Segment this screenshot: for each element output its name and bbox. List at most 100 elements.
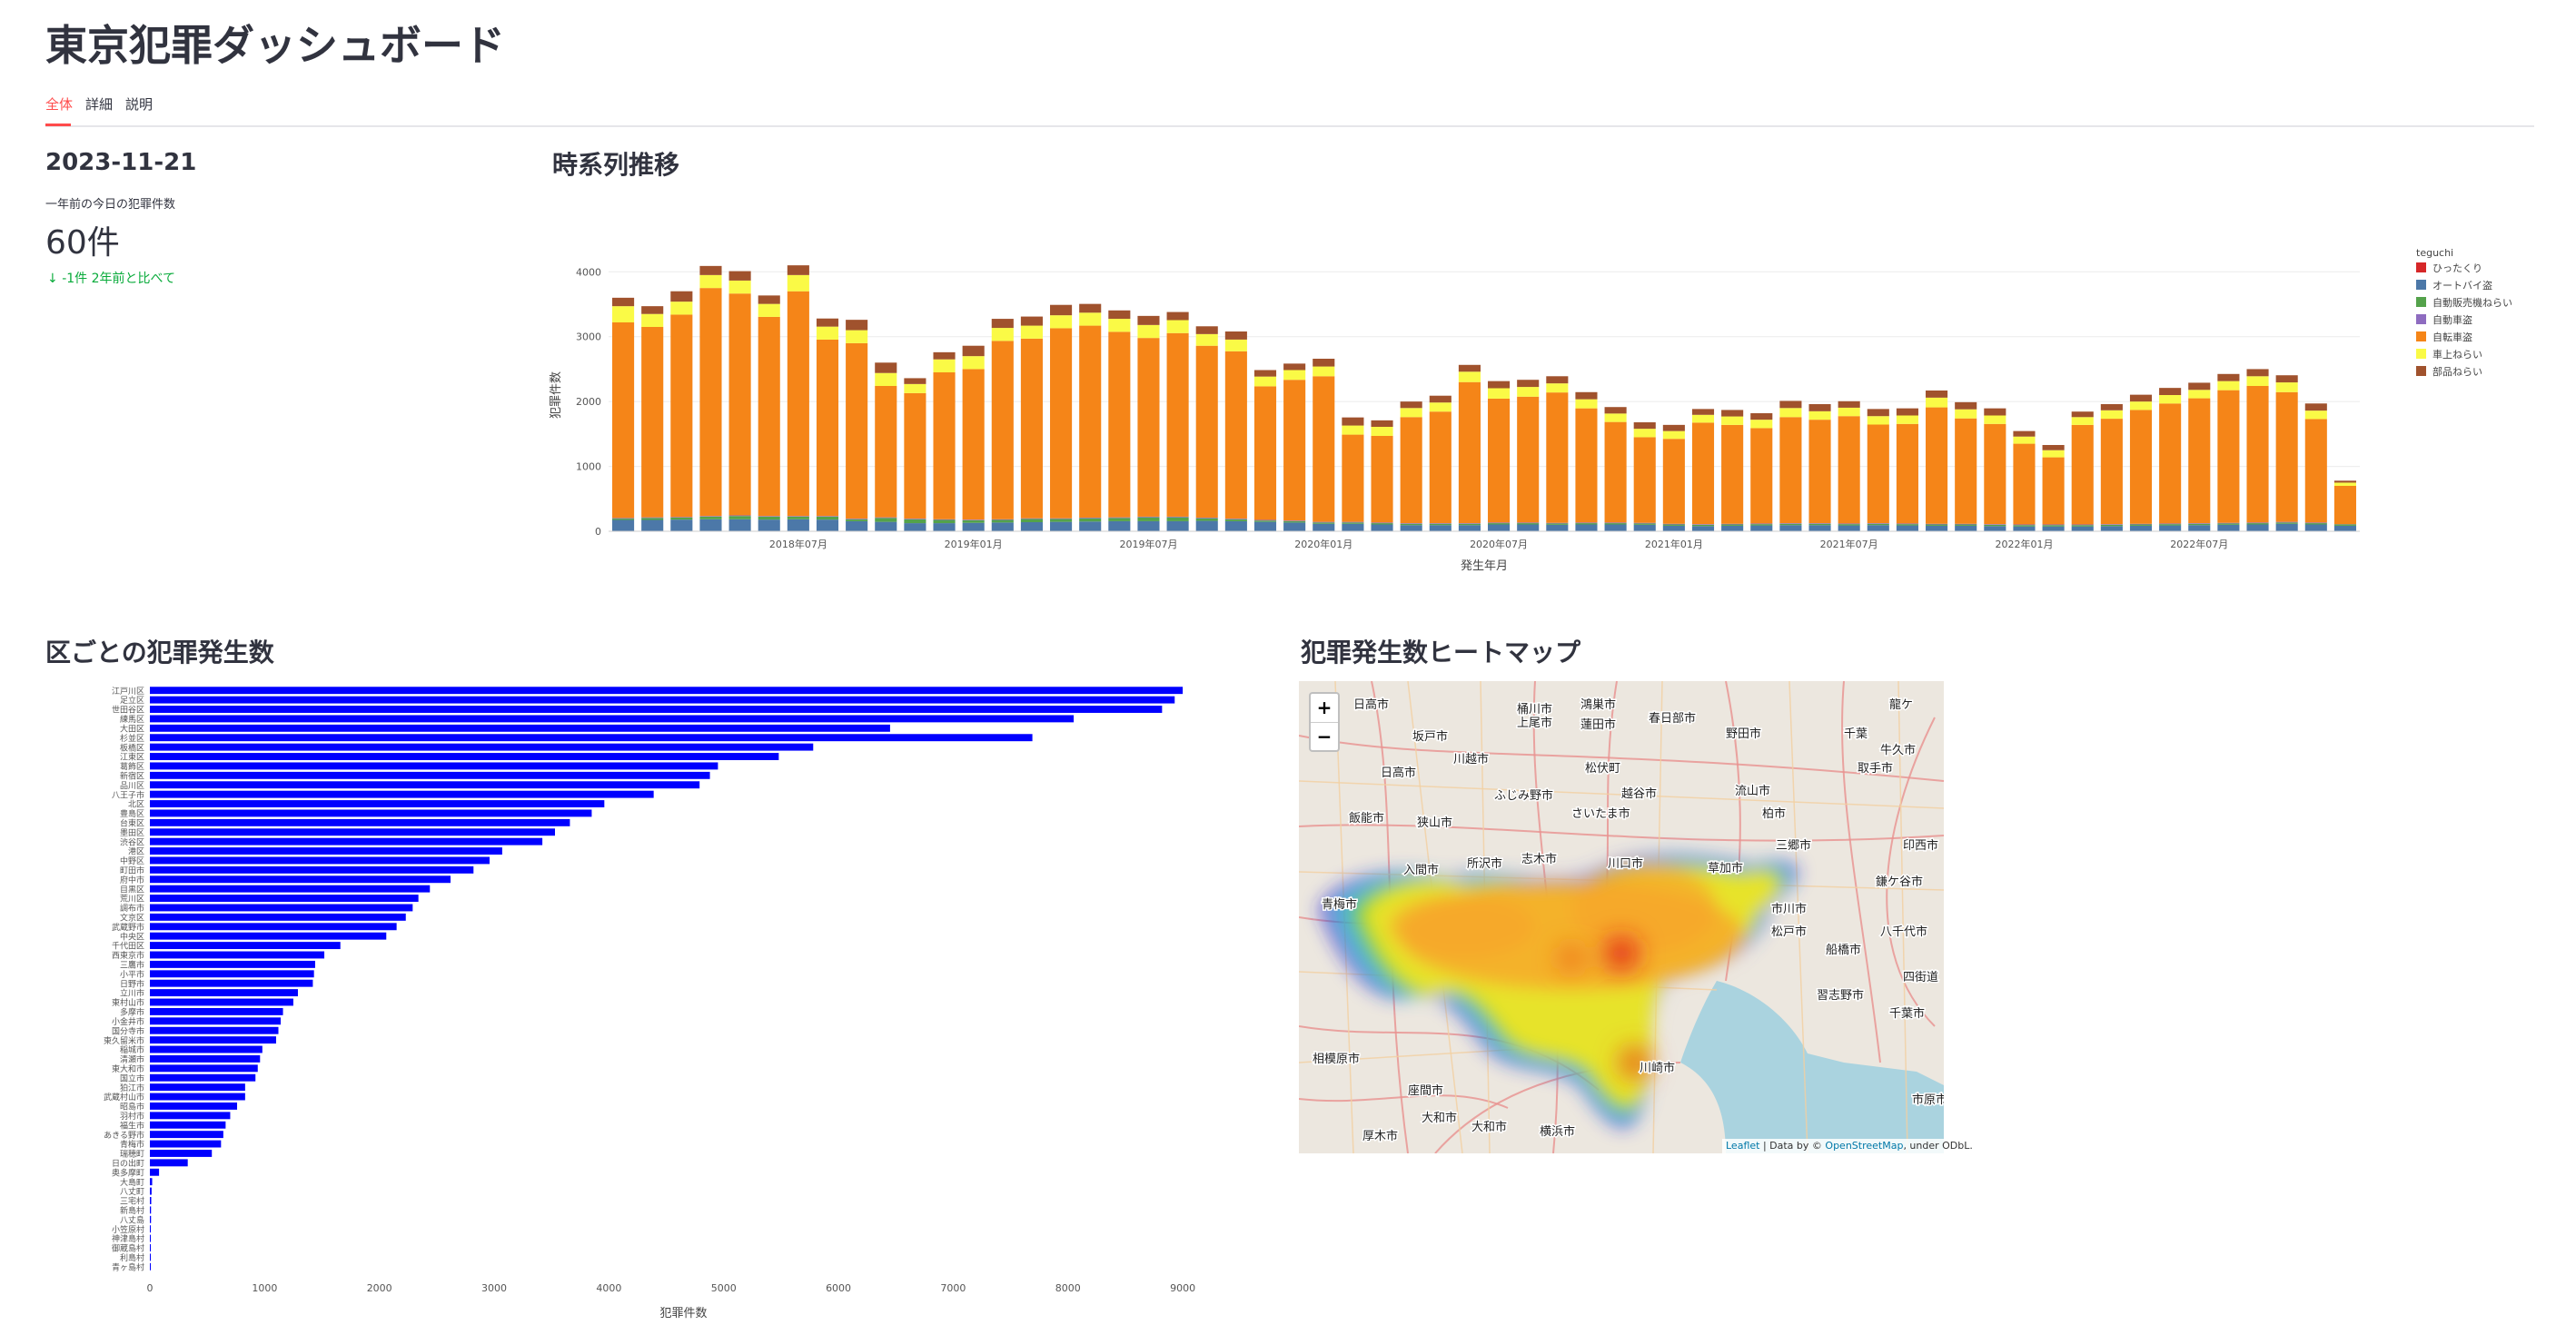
bar-segment — [1517, 387, 1540, 397]
x-tick-label: 2022年01月 — [1995, 538, 2053, 550]
ward-label: 武蔵村山市 — [104, 1092, 144, 1103]
bar-segment — [1838, 525, 1860, 531]
ward-label: 御蔵島村 — [112, 1243, 144, 1254]
ward-bar — [150, 762, 718, 770]
ward-bar — [150, 932, 387, 940]
ward-bar — [150, 724, 890, 732]
bar-segment — [1283, 520, 1306, 521]
bar-segment — [991, 319, 1014, 329]
bar-segment — [904, 383, 926, 393]
bar-segment — [1721, 416, 1744, 425]
ward-bar — [150, 1253, 151, 1261]
bar-segment — [2275, 375, 2298, 383]
bar-segment — [1984, 526, 2006, 531]
ward-label: 青梅市 — [120, 1139, 144, 1150]
ward-label: 墨田区 — [120, 828, 144, 838]
bar-segment — [1984, 524, 2006, 525]
ward-bar — [150, 687, 1184, 695]
tab-details[interactable]: 詳細 — [85, 94, 113, 114]
zoom-in-button[interactable]: + — [1311, 694, 1338, 723]
legend-entry: 車上ねらい — [2432, 348, 2482, 361]
bar-segment — [1079, 312, 1102, 326]
bar-segment — [1371, 427, 1393, 436]
bar-segment — [1166, 520, 1189, 531]
heatmap-title: 犯罪発生数ヒートマップ — [1301, 638, 1581, 668]
ward-bar — [150, 1206, 152, 1214]
map-place-label: 三郷市 — [1776, 838, 1811, 853]
bar-segment — [1691, 526, 1715, 531]
osm-link[interactable]: OpenStreetMap — [1825, 1140, 1903, 1152]
ward-label: 世田谷区 — [112, 705, 144, 716]
map-canvas[interactable]: 日高市坂戸市川越市上尾市 蓮田市 春日部市野田市柏市日高市狭山市ふじみ野市さいたま市… — [1299, 681, 1944, 1153]
arrow-down-icon: ↓ — [47, 272, 58, 286]
bar-segment — [1253, 521, 1277, 531]
ward-bar — [150, 828, 555, 836]
legend-swatch — [2416, 349, 2426, 359]
leaflet-link[interactable]: Leaflet — [1726, 1140, 1759, 1152]
bar-segment — [875, 521, 897, 531]
map-place-label: 八千代市 — [1880, 925, 1927, 939]
bar-segment — [2246, 524, 2269, 531]
x-tick-label: 8000 — [1055, 1282, 1081, 1294]
ward-label: 板橋区 — [120, 742, 144, 753]
zoom-out-button[interactable]: − — [1311, 723, 1338, 751]
bar-segment — [1488, 381, 1511, 389]
map-place-label: 鴻巣市 — [1580, 697, 1616, 712]
bar-segment — [1108, 319, 1131, 332]
bar-segment — [612, 519, 635, 531]
bar-segment — [1838, 524, 1860, 526]
ward-bar — [150, 1102, 238, 1110]
ward-bar — [150, 1045, 263, 1053]
bar-segment — [962, 519, 985, 520]
ward-label: 渋谷区 — [120, 836, 144, 847]
bar-segment — [1400, 523, 1422, 526]
bar-segment — [787, 291, 809, 517]
bar-segment — [1079, 303, 1102, 313]
bar-segment — [1429, 523, 1451, 526]
bar-segment — [904, 392, 926, 519]
ward-bar — [150, 1073, 256, 1082]
bar-segment — [1371, 522, 1393, 524]
bar-segment — [2333, 524, 2356, 526]
bar-segment — [1546, 522, 1569, 524]
bar-segment — [2042, 526, 2065, 531]
bar-segment — [2188, 382, 2211, 391]
ward-label: 大田区 — [120, 723, 144, 734]
ward-label: 調布市 — [120, 903, 144, 914]
bar-segment — [1195, 518, 1218, 519]
ward-bar — [150, 1017, 282, 1025]
bar-segment — [1721, 523, 1744, 525]
x-tick-label: 2021年01月 — [1645, 538, 1703, 550]
bar-segment — [1108, 331, 1131, 518]
bar-segment — [1050, 304, 1073, 316]
y-tick-label: 2000 — [576, 396, 601, 408]
heatmap-map[interactable]: 日高市 坂戸市 川越市 上尾市 蓮田市 春日部市 野田市 柏市 日高市 狭山市 ふじみ野市 さいたま市… — [1299, 681, 1944, 1153]
ward-label: 西東京市 — [112, 950, 144, 961]
ward-label: 日野市 — [120, 978, 144, 989]
bar-segment — [699, 519, 722, 531]
bar-segment — [1400, 523, 1422, 524]
bar-segment — [787, 274, 809, 292]
bar-segment — [1926, 523, 1948, 525]
map-place-label: 厚木市 — [1362, 1129, 1398, 1143]
bar-segment — [1779, 525, 1802, 531]
bar-segment — [816, 516, 839, 520]
bar-segment — [1926, 397, 1948, 408]
bar-segment — [1779, 408, 1802, 418]
bar-segment — [728, 280, 751, 294]
active-tab-indicator — [45, 124, 71, 126]
tab-explanation[interactable]: 説明 — [125, 94, 153, 114]
ward-label: 昭島市 — [120, 1102, 144, 1112]
tab-overview[interactable]: 全体 — [45, 94, 73, 114]
bar-segment — [1342, 434, 1364, 522]
ward-label: 東村山市 — [112, 997, 144, 1008]
ward-bar — [150, 1054, 261, 1063]
ward-bar — [150, 847, 502, 855]
bar-segment — [1429, 395, 1451, 403]
map-place-label: 相模原市 — [1313, 1052, 1360, 1066]
ward-label: 北区 — [128, 800, 144, 810]
bar-segment — [1166, 516, 1189, 518]
bar-segment — [2217, 522, 2240, 524]
bar-segment — [1633, 523, 1656, 525]
ward-bar — [150, 865, 474, 874]
